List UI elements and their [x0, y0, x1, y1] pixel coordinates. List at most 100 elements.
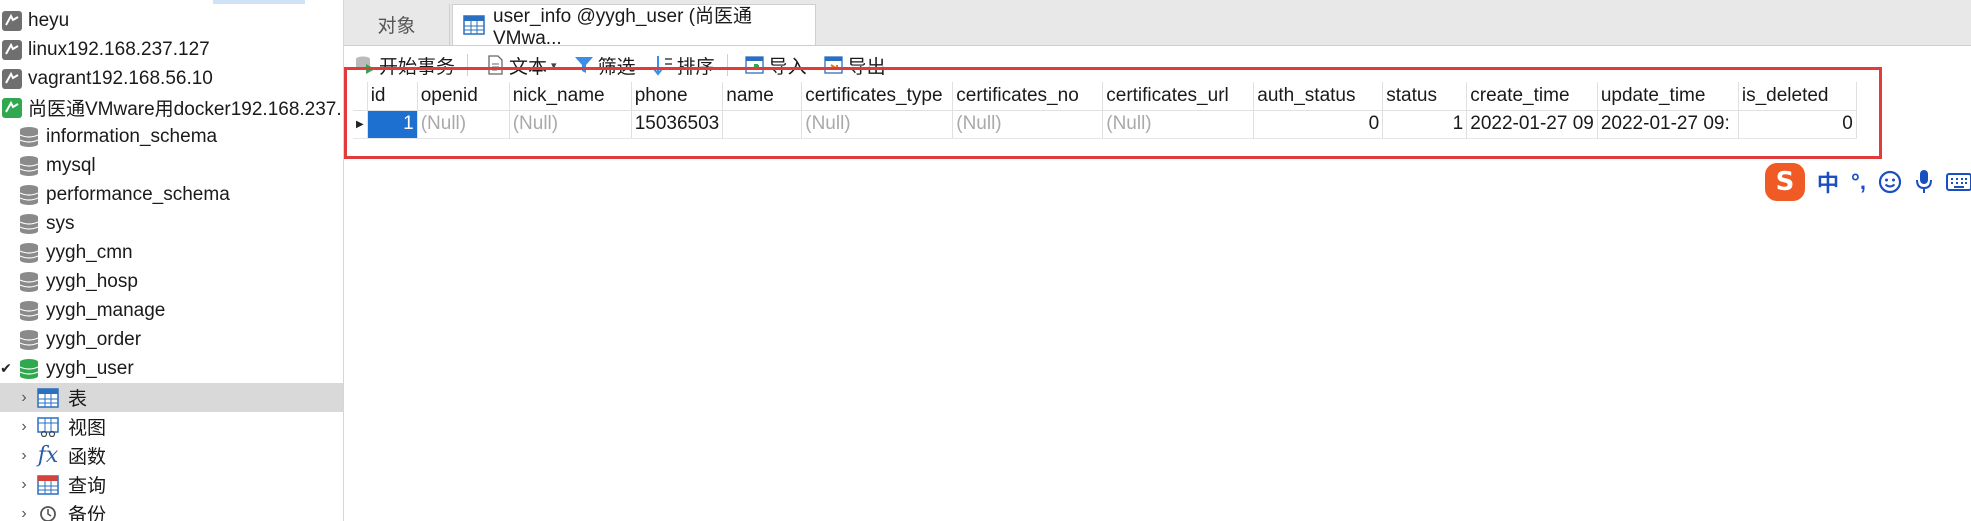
- chevron-right-icon[interactable]: ›: [18, 476, 30, 494]
- query-icon: [36, 473, 60, 497]
- database-icon: [18, 328, 40, 352]
- cell-status[interactable]: 1: [1382, 110, 1468, 139]
- tree-item-views[interactable]: › 视图: [0, 412, 343, 441]
- toolbar-divider: [467, 54, 469, 76]
- connection-label: vagrant192.168.56.10: [28, 67, 213, 89]
- database-icon: [18, 183, 40, 207]
- database-item[interactable]: yygh_hosp: [0, 267, 343, 296]
- import-button[interactable]: 导入: [744, 52, 807, 79]
- tree-item-label: 查询: [68, 476, 107, 497]
- database-icon: [18, 241, 40, 265]
- connection-icon: [2, 68, 22, 89]
- chevron-right-icon[interactable]: ›: [18, 418, 30, 436]
- tab-label: user_info @yygh_user (尚医通VMwa...: [493, 5, 752, 49]
- cell-update-time[interactable]: 2022-01-27 09:: [1597, 110, 1739, 139]
- database-item[interactable]: performance_schema: [0, 180, 343, 209]
- cell-auth-status[interactable]: 0: [1253, 110, 1384, 139]
- tree-item-label: 视图: [68, 418, 107, 439]
- column-header[interactable]: is_deleted: [1738, 82, 1857, 111]
- tree-item-backups[interactable]: › 备份: [0, 499, 343, 521]
- function-icon: fx: [37, 443, 59, 468]
- connection-label: 尚医通VMware用docker192.168.237.1: [28, 99, 344, 120]
- chevron-right-icon[interactable]: ›: [18, 447, 30, 465]
- column-header[interactable]: create_time: [1466, 82, 1598, 111]
- chevron-right-icon[interactable]: ›: [18, 505, 30, 521]
- sort-icon: [652, 54, 674, 76]
- tab-user-info[interactable]: user_info @yygh_user (尚医通VMwa...: [452, 4, 816, 49]
- tab-bar: 对象 user_info @yygh_user (尚医通VMwa...: [344, 0, 1971, 49]
- microphone-icon[interactable]: [1914, 169, 1934, 195]
- cell-phone[interactable]: 15036503: [631, 110, 724, 139]
- chevron-down-icon[interactable]: ▾: [551, 59, 557, 72]
- ime-toolbar: S 中 °,: [1765, 162, 1971, 202]
- table-row[interactable]: ▶ 1 (Null) (Null) 15036503 (Null) (Null)…: [353, 110, 1857, 139]
- database-icon: [18, 212, 40, 236]
- column-header[interactable]: phone: [631, 82, 724, 111]
- column-header[interactable]: id: [367, 82, 418, 111]
- connection-vagrant[interactable]: vagrant192.168.56.10: [0, 64, 343, 93]
- navigator-sidebar: heyu linux192.168.237.127 vagrant192.168…: [0, 0, 344, 521]
- database-item[interactable]: yygh_manage: [0, 296, 343, 325]
- text-button[interactable]: 文本 ▾: [484, 52, 557, 79]
- filter-button[interactable]: 筛选: [573, 52, 636, 79]
- database-item[interactable]: yygh_order: [0, 325, 343, 354]
- column-header[interactable]: update_time: [1597, 82, 1739, 111]
- database-item[interactable]: information_schema: [0, 122, 343, 151]
- export-icon: [823, 54, 845, 76]
- column-header[interactable]: name: [722, 82, 803, 111]
- tree-item-queries[interactable]: › 查询: [0, 470, 343, 499]
- column-header[interactable]: auth_status: [1253, 82, 1384, 111]
- column-header[interactable]: nick_name: [509, 82, 632, 111]
- database-label: yygh_user: [46, 357, 134, 379]
- connection-linux[interactable]: linux192.168.237.127: [0, 35, 343, 64]
- cell-name[interactable]: [722, 110, 803, 139]
- emoji-icon[interactable]: [1878, 170, 1902, 194]
- database-label: mysql: [46, 154, 96, 176]
- filter-icon: [573, 54, 595, 76]
- button-label: 文本: [509, 56, 548, 78]
- tree-item-functions[interactable]: › fx 函数: [0, 441, 343, 470]
- button-label: 排序: [676, 56, 715, 78]
- connection-label: linux192.168.237.127: [28, 38, 210, 60]
- cell-certificates-no[interactable]: (Null): [952, 110, 1104, 139]
- transaction-icon: [354, 54, 376, 76]
- database-item[interactable]: yygh_cmn: [0, 238, 343, 267]
- tree-item-tables[interactable]: › 表: [0, 383, 343, 412]
- cell-id[interactable]: 1: [367, 110, 418, 139]
- ime-language-toggle[interactable]: 中: [1817, 166, 1839, 198]
- begin-transaction-button[interactable]: 开始事务: [354, 52, 455, 79]
- cell-certificates-type[interactable]: (Null): [801, 110, 954, 139]
- cell-create-time[interactable]: 2022-01-27 09: [1466, 110, 1598, 139]
- column-header[interactable]: openid: [417, 82, 510, 111]
- toolbar: 开始事务 文本 ▾ 筛选 排序 导入 导出: [344, 46, 1971, 84]
- tab-label: 对象: [377, 16, 416, 37]
- connection-icon: [2, 10, 22, 31]
- database-label: yygh_cmn: [46, 241, 133, 263]
- cell-certificates-url[interactable]: (Null): [1102, 110, 1255, 139]
- column-header[interactable]: certificates_url: [1102, 82, 1255, 111]
- column-header[interactable]: certificates_no: [952, 82, 1104, 111]
- cell-nick-name[interactable]: (Null): [509, 110, 632, 139]
- connection-heyu[interactable]: heyu: [0, 6, 343, 35]
- toolbar-divider: [726, 54, 728, 76]
- header-row: id openid nick_name phone name certifica…: [353, 82, 1857, 111]
- keyboard-icon[interactable]: [1945, 172, 1971, 192]
- database-label: information_schema: [46, 125, 218, 147]
- table-icon: [463, 14, 485, 36]
- sort-button[interactable]: 排序: [652, 52, 715, 79]
- column-header[interactable]: certificates_type: [801, 82, 954, 111]
- database-item[interactable]: sys: [0, 209, 343, 238]
- cell-openid[interactable]: (Null): [417, 110, 510, 139]
- connection-docker[interactable]: 尚医通VMware用docker192.168.237.1: [0, 93, 343, 122]
- column-header[interactable]: status: [1382, 82, 1468, 111]
- ime-logo-icon[interactable]: S: [1765, 163, 1805, 201]
- database-item-active[interactable]: ✔ yygh_user: [0, 354, 343, 383]
- tree-item-label: 表: [68, 389, 88, 410]
- chevron-right-icon[interactable]: ›: [18, 389, 30, 407]
- database-item[interactable]: mysql: [0, 151, 343, 180]
- tab-objects[interactable]: 对象: [344, 4, 450, 45]
- ime-punctuation-toggle[interactable]: °,: [1851, 169, 1866, 195]
- database-label: yygh_manage: [46, 299, 166, 321]
- export-button[interactable]: 导出: [823, 52, 886, 79]
- cell-is-deleted[interactable]: 0: [1738, 110, 1857, 139]
